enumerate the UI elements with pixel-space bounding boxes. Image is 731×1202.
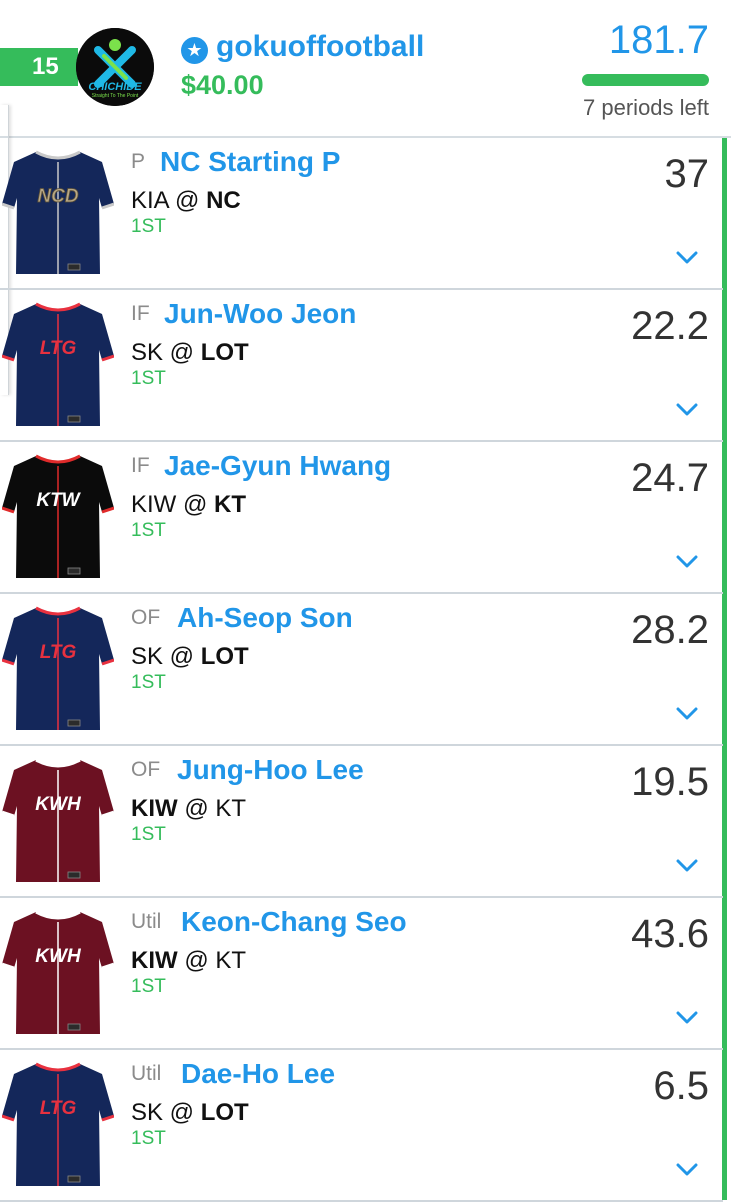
game-matchup: SK @ LOT — [131, 339, 249, 366]
home-team: KT — [215, 795, 247, 822]
home-team: LOT — [200, 643, 249, 670]
player-row-3[interactable]: LTG OF Ah-Seop Son SK @ LOT 1ST 28.2 — [0, 594, 723, 746]
game-status: 1ST — [131, 976, 166, 997]
player-name[interactable]: Ah-Seop Son — [177, 602, 353, 634]
player-name[interactable]: Dae-Ho Lee — [181, 1058, 335, 1090]
jersey-team-label: LTG — [40, 1098, 77, 1119]
player-points: 28.2 — [631, 608, 709, 652]
player-points: 22.2 — [631, 304, 709, 348]
winnings-amount: $40.00 — [181, 70, 264, 100]
chevron-down-icon[interactable] — [676, 706, 698, 722]
player-position: IF — [131, 454, 150, 477]
avatar-logo-text: CHICHIDE — [88, 81, 142, 93]
player-position: Util — [131, 910, 162, 933]
chevron-down-icon[interactable] — [676, 250, 698, 266]
away-team: SK — [131, 1099, 164, 1126]
chevron-down-icon[interactable] — [676, 402, 698, 418]
rank-badge: 15 — [0, 48, 78, 86]
home-team: KT — [215, 947, 247, 974]
jersey-team-label: KTW — [36, 490, 81, 511]
player-row-0[interactable]: NCD P NC Starting P KIA @ NC 1ST 37 — [0, 138, 723, 290]
team-jersey-icon: LTG — [2, 1062, 114, 1186]
username[interactable]: gokuoffootball — [216, 30, 424, 64]
entry-header: 15 CHICHIDE Straight To The Point ★ goku… — [0, 0, 731, 138]
team-jersey-icon: NCD — [2, 150, 114, 274]
verified-star-icon: ★ — [181, 37, 208, 64]
away-team: KIW — [131, 491, 177, 518]
player-name[interactable]: NC Starting P — [160, 146, 340, 178]
home-team: KT — [214, 491, 247, 518]
jersey-team-label: KWH — [35, 794, 82, 815]
away-team: KIA — [131, 187, 169, 214]
chevron-down-icon[interactable] — [676, 1162, 698, 1178]
avatar-logo-tagline: Straight To The Point — [91, 93, 139, 99]
chevron-down-icon[interactable] — [676, 1010, 698, 1026]
home-team: LOT — [200, 1099, 249, 1126]
chevron-down-icon[interactable] — [676, 858, 698, 874]
player-points: 37 — [664, 152, 710, 196]
game-status: 1ST — [131, 1128, 166, 1149]
player-name[interactable]: Jae-Gyun Hwang — [164, 450, 391, 482]
lineup-list: NCD P NC Starting P KIA @ NC 1ST 37 LTG … — [0, 138, 723, 1202]
periods-progress-bar — [582, 74, 709, 86]
game-matchup: KIW @ KT — [131, 795, 247, 822]
player-position: P — [131, 150, 146, 173]
game-matchup: SK @ LOT — [131, 643, 249, 670]
player-points: 24.7 — [631, 456, 709, 500]
player-row-4[interactable]: KWH OF Jung-Hoo Lee KIW @ KT 1ST 19.5 — [0, 746, 723, 898]
game-status: 1ST — [131, 368, 166, 389]
player-row-6[interactable]: LTG Util Dae-Ho Lee SK @ LOT 1ST 6.5 — [0, 1050, 723, 1202]
player-row-1[interactable]: LTG IF Jun-Woo Jeon SK @ LOT 1ST 22.2 — [0, 290, 723, 442]
game-matchup: KIA @ NC — [131, 187, 241, 214]
player-name[interactable]: Jun-Woo Jeon — [164, 298, 356, 330]
player-position: OF — [131, 758, 161, 781]
team-jersey-icon: KTW — [2, 454, 114, 578]
team-jersey-icon: LTG — [2, 606, 114, 730]
game-matchup: KIW @ KT — [131, 491, 247, 518]
team-jersey-icon: KWH — [2, 758, 114, 882]
home-team: LOT — [200, 339, 249, 366]
away-team: SK — [131, 339, 164, 366]
game-status: 1ST — [131, 216, 166, 237]
player-points: 43.6 — [631, 912, 709, 956]
periods-left: 7 periods left — [583, 95, 709, 120]
avatar[interactable]: CHICHIDE Straight To The Point — [76, 28, 154, 106]
jersey-team-label: KWH — [35, 946, 82, 967]
jersey-team-label: NCD — [37, 186, 78, 207]
team-jersey-icon: KWH — [2, 910, 114, 1034]
away-team: SK — [131, 643, 164, 670]
player-row-5[interactable]: KWH Util Keon-Chang Seo KIW @ KT 1ST 43.… — [0, 898, 723, 1050]
game-status: 1ST — [131, 824, 166, 845]
total-points: 181.7 — [608, 18, 709, 62]
player-row-2[interactable]: KTW IF Jae-Gyun Hwang KIW @ KT 1ST 24.7 — [0, 442, 723, 594]
away-team: KIW — [131, 795, 178, 822]
player-position: IF — [131, 302, 150, 325]
player-position: Util — [131, 1062, 162, 1085]
player-name[interactable]: Keon-Chang Seo — [181, 906, 407, 938]
player-name[interactable]: Jung-Hoo Lee — [177, 754, 364, 786]
jersey-team-label: LTG — [40, 642, 77, 663]
game-matchup: KIW @ KT — [131, 947, 247, 974]
player-position: OF — [131, 606, 161, 629]
away-team: KIW — [131, 947, 178, 974]
player-points: 19.5 — [631, 760, 709, 804]
jersey-team-label: LTG — [40, 338, 77, 359]
player-points: 6.5 — [653, 1064, 709, 1108]
home-team: NC — [206, 187, 241, 214]
game-status: 1ST — [131, 520, 166, 541]
game-matchup: SK @ LOT — [131, 1099, 249, 1126]
chevron-down-icon[interactable] — [676, 554, 698, 570]
team-jersey-icon: LTG — [2, 302, 114, 426]
game-status: 1ST — [131, 672, 166, 693]
